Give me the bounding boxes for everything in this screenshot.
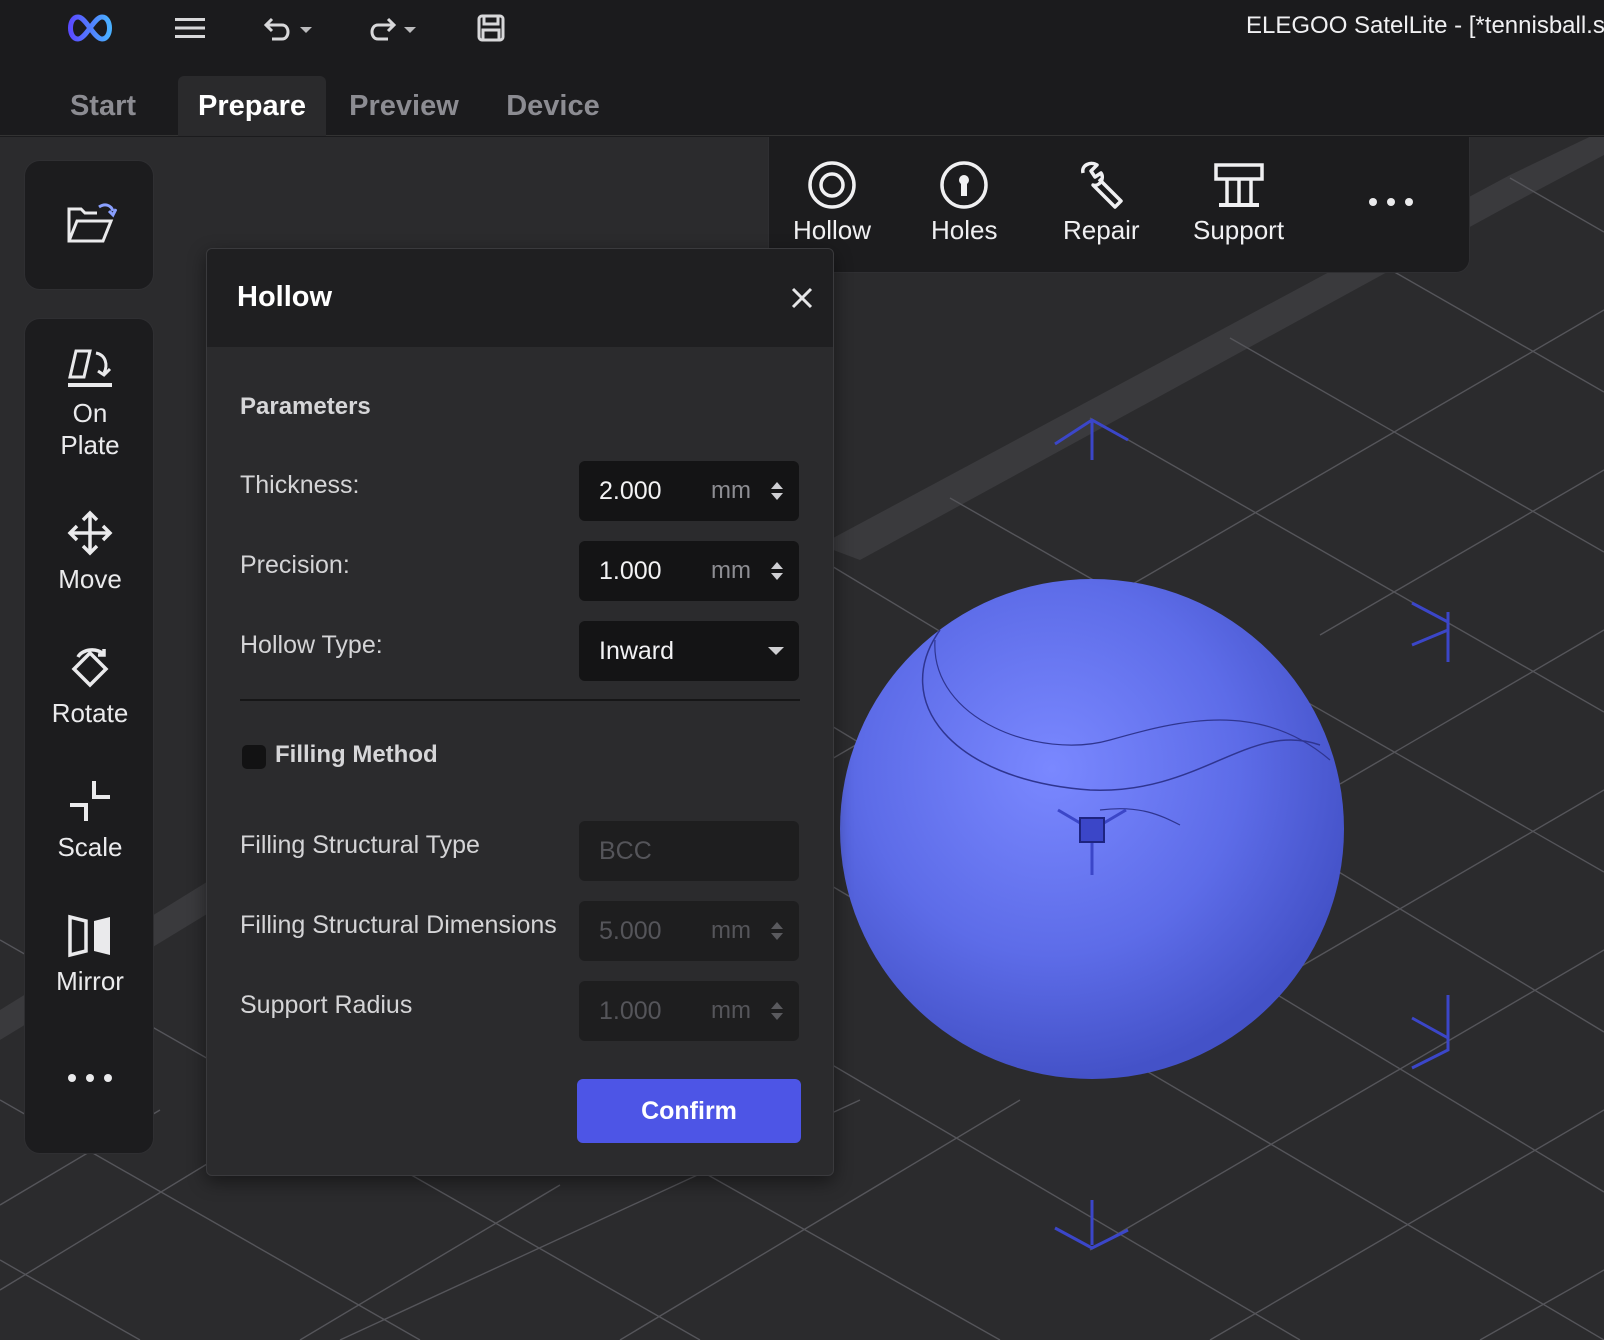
more-dots-icon bbox=[68, 1074, 112, 1082]
hollow-tool-label: Hollow bbox=[793, 215, 872, 245]
hollow-tool[interactable]: Hollow bbox=[793, 159, 871, 246]
section-divider bbox=[240, 699, 800, 701]
thickness-value: 2.000 bbox=[599, 476, 662, 505]
filling-structural-dimensions-input[interactable]: 5.000 mm bbox=[579, 901, 799, 961]
precision-value: 1.000 bbox=[599, 556, 662, 585]
tab-start[interactable]: Start bbox=[50, 76, 156, 136]
support-table-icon bbox=[1213, 163, 1264, 207]
mirror-label: Mirror bbox=[56, 966, 124, 996]
filling-structural-type-value: BCC bbox=[599, 836, 652, 865]
close-icon bbox=[791, 287, 813, 309]
hollow-panel: Hollow Parameters Thickness: 2.000 mm Pr… bbox=[206, 248, 834, 1176]
support-radius-value: 1.000 bbox=[599, 996, 662, 1025]
scale-tool[interactable]: Scale bbox=[25, 777, 155, 863]
precision-unit: mm bbox=[711, 557, 751, 584]
mirror-icon bbox=[68, 914, 110, 958]
thickness-input[interactable]: 2.000 mm bbox=[579, 461, 799, 521]
open-file-card bbox=[24, 160, 154, 290]
spinner-arrows-icon[interactable] bbox=[769, 559, 785, 583]
panel-title: Hollow bbox=[237, 281, 333, 313]
filling-method-label: Filling Method bbox=[275, 741, 438, 768]
menu-icon[interactable] bbox=[170, 10, 210, 46]
move-arrows-icon bbox=[67, 510, 113, 556]
hollow-type-value: Inward bbox=[599, 636, 675, 665]
rotate-tool[interactable]: Rotate bbox=[25, 643, 155, 729]
tab-bar: Start Prepare Preview Device bbox=[0, 56, 1604, 136]
filling-dimensions-unit: mm bbox=[711, 917, 751, 944]
parameters-heading: Parameters bbox=[240, 393, 371, 420]
repair-tool[interactable]: Repair bbox=[1063, 159, 1140, 246]
more-tools-button[interactable] bbox=[25, 1071, 155, 1091]
chevron-down-icon bbox=[768, 647, 784, 655]
tab-device[interactable]: Device bbox=[494, 76, 612, 136]
rotate-icon bbox=[71, 648, 109, 688]
lay-flat-icon bbox=[68, 349, 112, 387]
support-tool-label: Support bbox=[1193, 215, 1285, 245]
hollow-circle-icon bbox=[808, 161, 856, 209]
scale-label: Scale bbox=[57, 832, 123, 862]
spinner-arrows-icon[interactable] bbox=[769, 919, 785, 943]
support-tool[interactable]: Support bbox=[1193, 159, 1284, 246]
repair-tool-label: Repair bbox=[1063, 215, 1140, 245]
more-dots-icon bbox=[1369, 198, 1413, 206]
folder-open-icon[interactable] bbox=[63, 199, 118, 252]
filling-method-checkbox[interactable] bbox=[242, 745, 266, 769]
filling-structural-type-label: Filling Structural Type bbox=[240, 831, 480, 859]
spinner-arrows-icon[interactable] bbox=[769, 999, 785, 1023]
scale-icon bbox=[70, 781, 110, 821]
confirm-button[interactable]: Confirm bbox=[577, 1079, 801, 1143]
thickness-unit: mm bbox=[711, 477, 751, 504]
left-toolbar: On Plate Move Rotate Scale Mirror bbox=[24, 318, 154, 1154]
top-more-button[interactable] bbox=[1367, 195, 1415, 214]
move-tool[interactable]: Move bbox=[25, 509, 155, 595]
elegoo-logo-icon[interactable] bbox=[62, 10, 118, 46]
tab-prepare[interactable]: Prepare bbox=[178, 76, 326, 136]
thickness-label: Thickness: bbox=[240, 471, 360, 499]
on-plate-tool[interactable]: On Plate bbox=[25, 343, 155, 461]
on-plate-label: On Plate bbox=[60, 398, 120, 460]
tab-preview[interactable]: Preview bbox=[340, 76, 468, 136]
rotate-label: Rotate bbox=[51, 698, 129, 728]
precision-input[interactable]: 1.000 mm bbox=[579, 541, 799, 601]
support-radius-unit: mm bbox=[711, 997, 751, 1024]
mirror-tool[interactable]: Mirror bbox=[25, 911, 155, 997]
support-radius-input[interactable]: 1.000 mm bbox=[579, 981, 799, 1041]
redo-icon[interactable] bbox=[364, 10, 422, 46]
support-radius-label: Support Radius bbox=[240, 991, 413, 1019]
hollow-type-select[interactable]: Inward bbox=[579, 621, 799, 681]
filling-dimensions-value: 5.000 bbox=[599, 916, 662, 945]
top-toolbar: Hollow Holes Repair Support bbox=[768, 137, 1470, 273]
save-icon[interactable] bbox=[474, 10, 508, 46]
panel-header: Hollow bbox=[207, 249, 833, 347]
filling-structural-type-select[interactable]: BCC bbox=[579, 821, 799, 881]
close-button[interactable] bbox=[787, 283, 817, 313]
filling-structural-dimensions-label: Filling Structural Dimensions bbox=[240, 911, 557, 939]
spinner-arrows-icon[interactable] bbox=[769, 479, 785, 503]
keyhole-icon bbox=[940, 161, 988, 209]
hollow-type-label: Hollow Type: bbox=[240, 631, 383, 659]
holes-tool[interactable]: Holes bbox=[931, 159, 997, 246]
window-title: ELEGOO SatelLite - [*tennisball.s bbox=[1246, 12, 1604, 39]
precision-label: Precision: bbox=[240, 551, 350, 579]
holes-tool-label: Holes bbox=[931, 215, 998, 245]
move-label: Move bbox=[58, 564, 122, 594]
undo-icon[interactable] bbox=[262, 10, 320, 46]
wrench-icon bbox=[1081, 161, 1124, 209]
title-bar: ELEGOO SatelLite - [*tennisball.s bbox=[0, 0, 1604, 56]
